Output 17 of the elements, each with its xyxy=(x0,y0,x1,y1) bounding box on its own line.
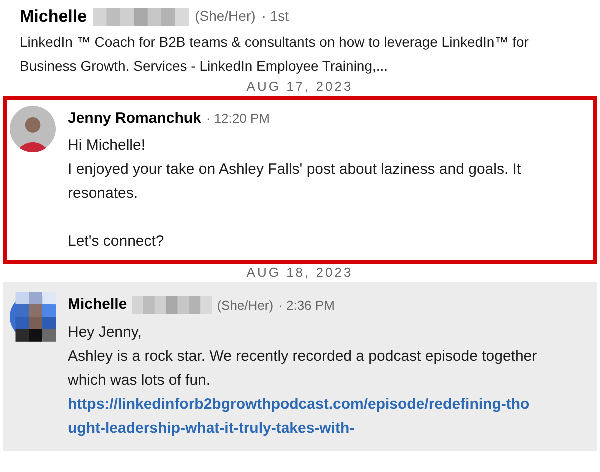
date-divider: AUG 18, 2023 xyxy=(246,264,354,282)
message-text: Let's connect? xyxy=(68,232,166,252)
timestamp: · 2:36 PM xyxy=(278,296,335,314)
message-text: Hi Michelle! xyxy=(68,136,147,156)
profile-name[interactable]: Michelle xyxy=(20,4,88,30)
pronouns: (She/Her) xyxy=(217,296,274,315)
profile-headline: LinkedIn ™ Coach for B2B teams & consultants on how to leverage LinkedIn™ for Business Growth. Services - LinkedIn Employee Training,... xyxy=(20,32,530,76)
timestamp: · 12:20 PM xyxy=(206,110,270,128)
message-text: Hey Jenny, xyxy=(68,322,143,342)
message-text: I enjoyed your take on Ashley Falls' post about laziness and goals. It resonates. xyxy=(68,160,522,204)
pronouns: (She/Her) xyxy=(195,7,256,26)
date-divider: AUG 17, 2023 xyxy=(246,78,354,96)
connection-degree: · 1st xyxy=(262,7,290,26)
message-link[interactable]: https://linkedinforb2bgrowthpodcast.com/episode/redefining-thought-leadership-what-it-truly-takes-with- xyxy=(68,392,538,440)
sender-name[interactable]: Jenny Romanchuk xyxy=(68,108,202,130)
sender-name[interactable]: Michelle xyxy=(68,294,128,316)
message-text: Ashley is a rock star. We recently recorded a podcast episode together which was lots of fun. xyxy=(68,346,538,390)
